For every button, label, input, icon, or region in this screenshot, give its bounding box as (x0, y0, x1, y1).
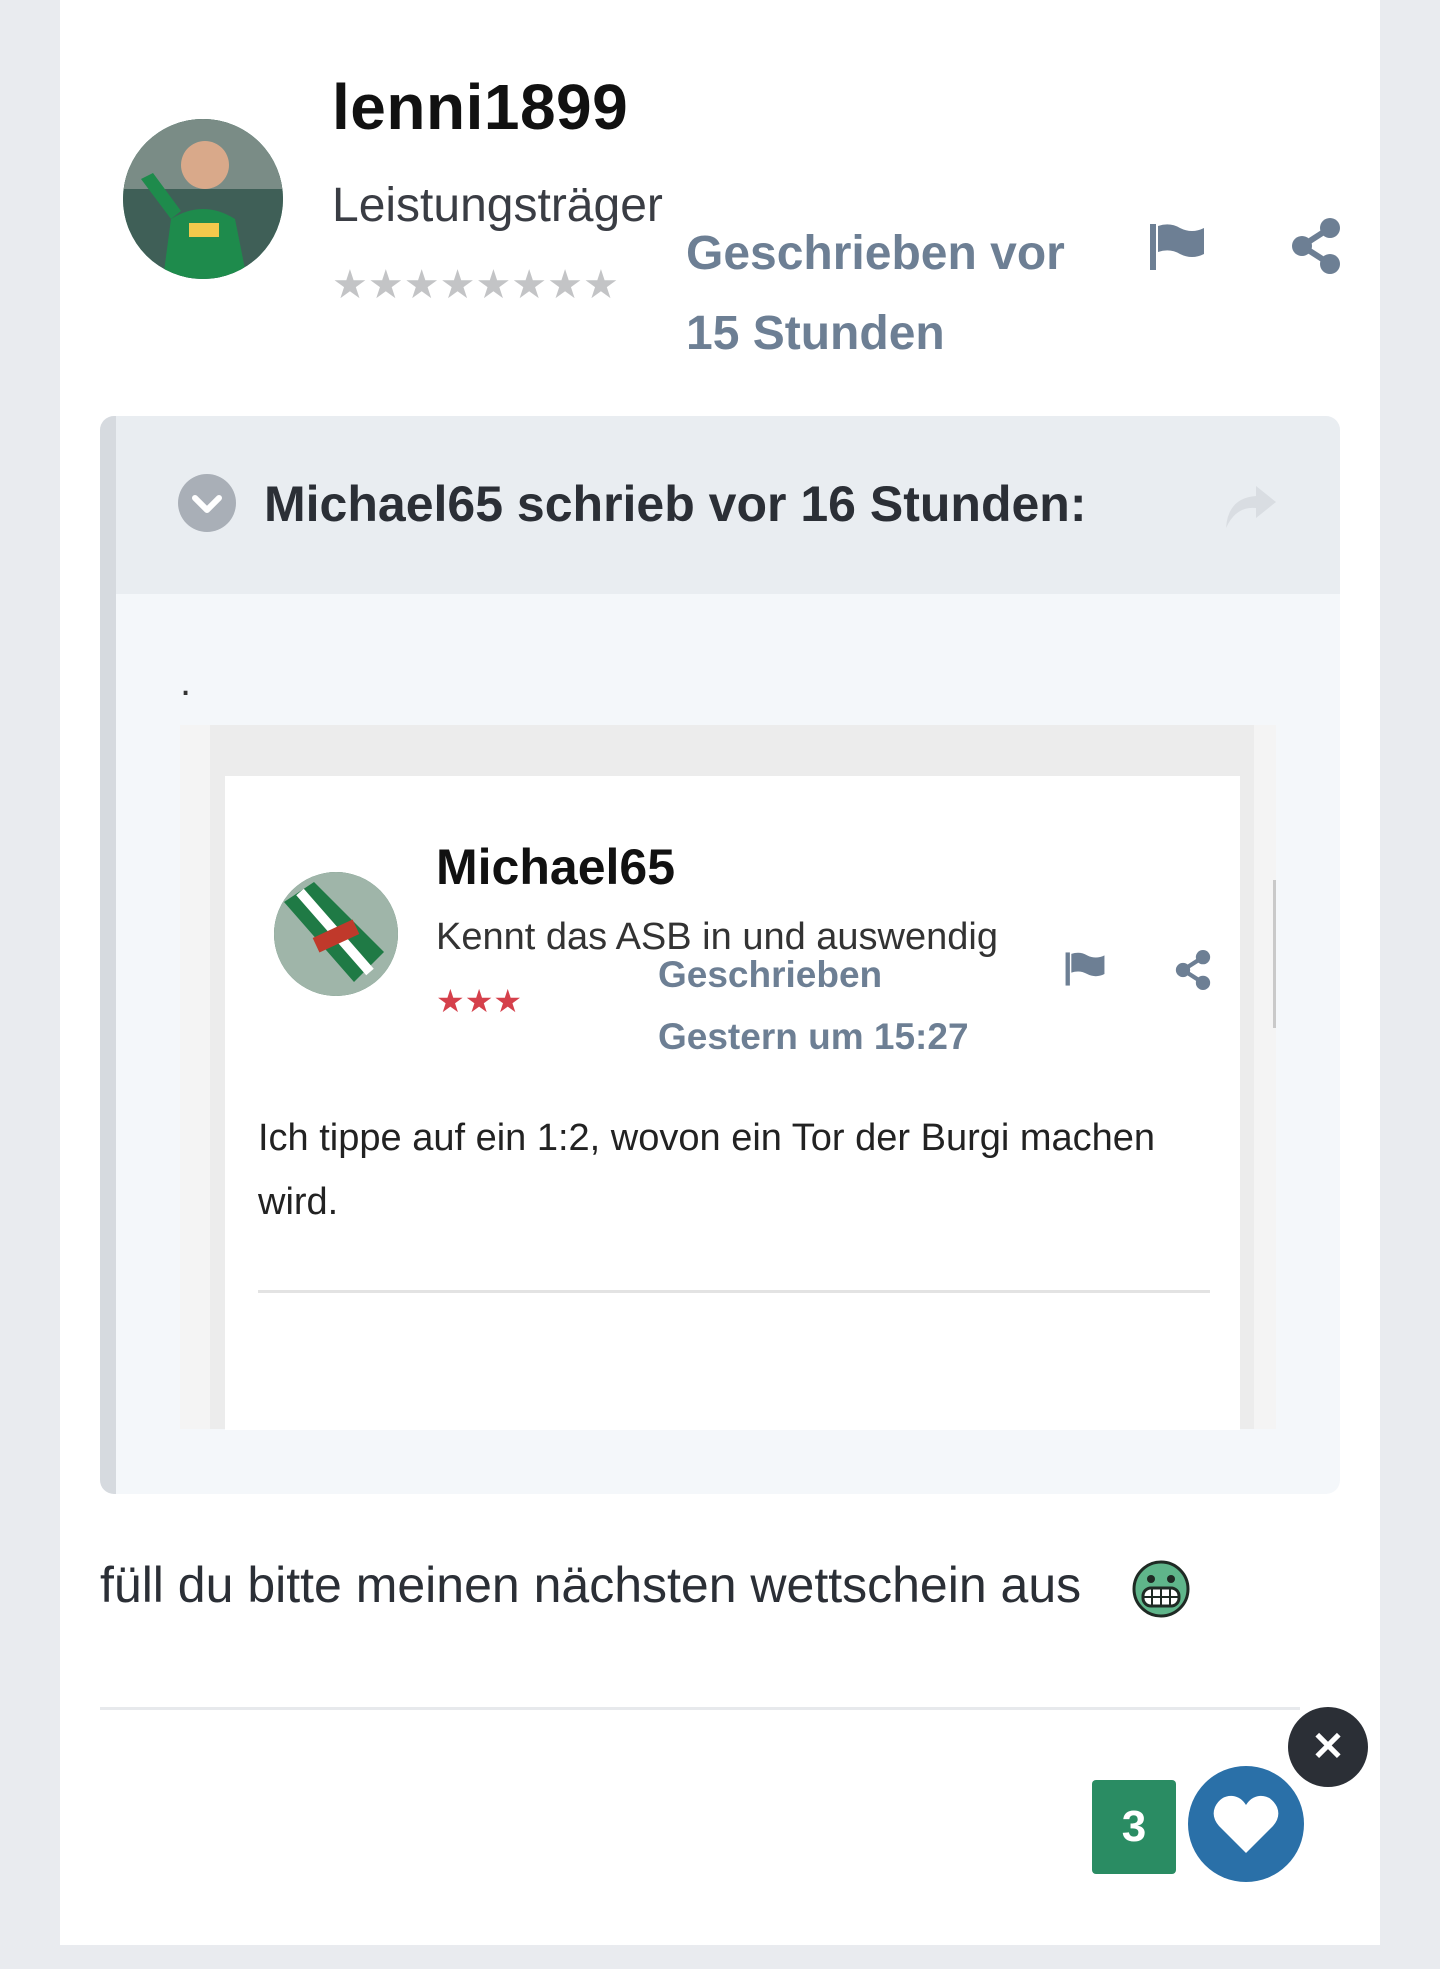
screenshot-post (225, 776, 1240, 1430)
post-divider (100, 1707, 1300, 1710)
screenshot-margin-left (180, 725, 210, 1429)
screenshot-rank-stars: ★★★ (436, 983, 523, 1019)
author-name[interactable]: lenni1899 (332, 70, 628, 144)
quote-bar (100, 416, 116, 1494)
share-icon[interactable] (1290, 218, 1342, 274)
post-timestamp-line2: 15 Stunden (686, 307, 945, 360)
screenshot-share-icon (1174, 950, 1212, 990)
screenshot-post-body: Ich tippe auf ein 1:2, wovon ein Tor der… (258, 1117, 1156, 1223)
chevron-down-icon[interactable] (178, 474, 236, 532)
heart-icon[interactable] (1211, 1793, 1281, 1857)
screenshot-timestamp: Geschrieben Gestern um 15:27 (658, 944, 998, 1068)
quote-title: Michael65 schrieb vor 16 Stunden: (264, 476, 1087, 532)
screenshot-avatar (274, 872, 398, 996)
close-button[interactable]: ✕ (1288, 1707, 1368, 1787)
rank-stars: ★★★★★★★★ (332, 263, 619, 307)
screenshot-flag-icon (1064, 951, 1106, 987)
flag-icon[interactable] (1148, 222, 1206, 272)
screenshot-timestamp-line1: Geschrieben (658, 954, 883, 995)
screenshot-scrollbar (1273, 880, 1276, 1028)
screenshot-author-name: Michael65 (436, 839, 676, 895)
screenshot-margin-right (1254, 725, 1276, 1429)
grinning-face-icon (1132, 1560, 1190, 1618)
reaction-count[interactable]: 3 (1092, 1780, 1176, 1874)
screenshot-divider (258, 1290, 1210, 1293)
author-rank: Leistungsträger (332, 179, 663, 232)
post-message: füll du bitte meinen nächsten wettschein… (100, 1557, 1082, 1613)
reply-arrow-icon[interactable] (1222, 484, 1278, 530)
author-avatar[interactable] (123, 119, 283, 279)
quote-leading-text: . (180, 660, 192, 704)
post-timestamp[interactable]: Geschrieben vor 15 Stunden (686, 214, 1106, 374)
screenshot-timestamp-line2: Gestern um 15:27 (658, 1016, 969, 1057)
post-timestamp-line1: Geschrieben vor (686, 227, 1065, 280)
